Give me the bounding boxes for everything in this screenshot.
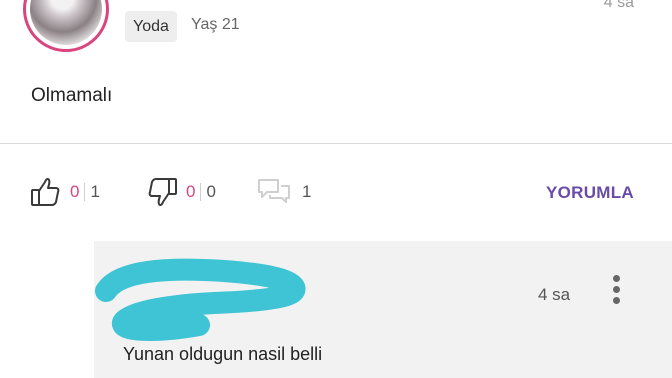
count-separator	[200, 183, 202, 201]
vertical-dots-icon	[613, 286, 620, 293]
more-options-button[interactable]	[611, 275, 621, 307]
comment-bubbles-icon	[256, 177, 292, 207]
post-text: Olmamalı	[31, 85, 113, 106]
count-separator	[84, 183, 86, 201]
comment-item: u 4 sa Yunan oldugun nasil belli	[94, 241, 672, 378]
user-age: Yaş 21	[191, 16, 240, 33]
comments-button[interactable]: 1	[256, 174, 311, 210]
post-timestamp: 4 sa	[603, 0, 634, 11]
comment-text: Yunan oldugun nasil belli	[123, 344, 323, 364]
dislike-button[interactable]: 0 0	[146, 174, 216, 210]
avatar[interactable]	[23, 0, 109, 52]
redaction-scribble	[95, 258, 306, 341]
user-badge: Yoda	[125, 11, 177, 42]
like-count-primary: 0	[70, 182, 80, 201]
comment-timestamp: 4 sa	[538, 285, 571, 304]
thumbs-down-icon	[146, 175, 178, 209]
comment-count: 1	[302, 182, 312, 201]
dislike-count-secondary: 0	[206, 182, 216, 201]
vertical-dots-icon	[613, 275, 620, 282]
avatar-photo	[30, 0, 102, 45]
reply-button[interactable]: YORUMLA	[546, 183, 634, 203]
vertical-dots-icon	[613, 297, 620, 304]
like-button[interactable]: 0 1	[30, 174, 100, 210]
divider	[0, 143, 672, 144]
like-count-secondary: 1	[90, 182, 100, 201]
dislike-count-primary: 0	[186, 182, 196, 201]
thumbs-up-icon	[30, 175, 62, 209]
